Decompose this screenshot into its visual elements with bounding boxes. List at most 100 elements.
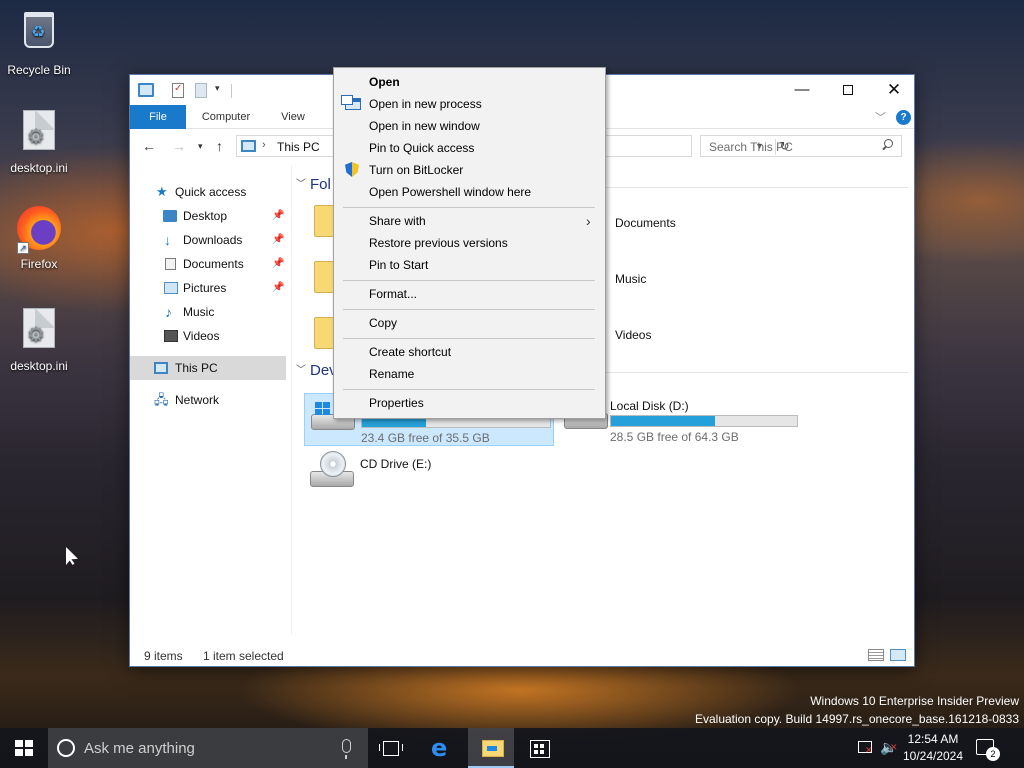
pictures-icon: [164, 282, 178, 294]
nav-label: Downloads: [183, 233, 243, 247]
nav-item-documents[interactable]: Documents 📌: [130, 252, 288, 276]
menu-item-share-with[interactable]: Share with ›: [336, 210, 603, 232]
menu-separator: [343, 280, 595, 281]
desktop-icon-desktop-ini-2[interactable]: desktop.ini: [1, 304, 77, 373]
menu-item-open-new-window[interactable]: Open in new window: [336, 115, 603, 137]
desktop-icon-label: Recycle Bin: [7, 63, 71, 77]
desktop-icon: [163, 210, 177, 222]
this-pc-icon: [241, 140, 256, 152]
folder-label-music[interactable]: Music: [615, 272, 646, 286]
this-pc-icon: [138, 83, 154, 97]
group-header-devices[interactable]: ﹀ Dev: [296, 361, 337, 379]
tab-computer[interactable]: Computer: [196, 105, 256, 129]
desktop-icon-desktop-ini-1[interactable]: desktop.ini: [1, 106, 77, 175]
menu-item-label: Turn on BitLocker: [369, 163, 464, 177]
nav-item-music[interactable]: ♪ Music: [130, 300, 288, 324]
store-icon[interactable]: [516, 728, 562, 768]
menu-item-label: Open: [369, 75, 400, 89]
file-explorer-taskbar-icon[interactable]: [468, 728, 514, 768]
desktop-icon-recycle-bin[interactable]: Recycle Bin: [1, 6, 77, 77]
search-icon: [881, 139, 893, 151]
breadcrumb-chevron-icon[interactable]: ›: [262, 139, 266, 151]
close-button[interactable]: ✕: [871, 75, 917, 105]
nav-item-downloads[interactable]: ↓ Downloads 📌: [130, 228, 288, 252]
volume-muted-icon[interactable]: 🔈: [880, 739, 898, 756]
menu-item-powershell[interactable]: Open Powershell window here: [336, 181, 603, 203]
nav-item-network[interactable]: 🖧 Network: [130, 388, 288, 412]
menu-item-create-shortcut[interactable]: Create shortcut: [336, 341, 603, 363]
clock-time: 12:54 AM: [907, 732, 959, 746]
nav-item-desktop[interactable]: Desktop 📌: [130, 204, 288, 228]
search-placeholder: Ask me anything: [84, 740, 195, 757]
menu-item-restore-versions[interactable]: Restore previous versions: [336, 232, 603, 254]
menu-item-open-new-process[interactable]: Open in new process: [336, 93, 603, 115]
menu-item-format[interactable]: Format...: [336, 283, 603, 305]
microphone-icon[interactable]: [342, 739, 351, 759]
menu-item-label: Open Powershell window here: [369, 185, 532, 199]
edge-browser-icon[interactable]: e: [420, 728, 466, 768]
drive-usage-bar: [610, 415, 798, 427]
properties-quick-icon[interactable]: [172, 83, 184, 98]
back-arrow-icon[interactable]: ←: [142, 138, 156, 154]
menu-item-bitlocker[interactable]: Turn on BitLocker: [336, 159, 603, 181]
nav-quick-access[interactable]: ★ Quick access: [130, 180, 288, 204]
shield-icon: [345, 162, 359, 177]
menu-separator: [343, 389, 595, 390]
drive-e-tile[interactable]: CD Drive (E:): [304, 451, 554, 499]
network-disconnected-icon[interactable]: [858, 741, 873, 756]
menu-item-label: Open in new window: [369, 119, 480, 133]
menu-item-label: Share with: [369, 214, 426, 228]
maximize-button[interactable]: [825, 75, 871, 105]
customize-toolbar-dropdown-icon[interactable]: ▾: [215, 83, 220, 94]
nav-label: Desktop: [183, 209, 228, 223]
pin-icon: 📌: [272, 258, 285, 269]
menu-item-label: Rename: [369, 367, 415, 381]
firefox-icon: ↗: [15, 206, 63, 254]
breadcrumb[interactable]: This PC: [277, 140, 320, 154]
group-divider: [602, 372, 908, 373]
task-view-icon[interactable]: [368, 728, 414, 768]
help-icon[interactable]: ?: [896, 110, 911, 125]
tab-file[interactable]: File: [130, 105, 186, 129]
build-watermark-line2: Evaluation copy. Build 14997.rs_onecore_…: [694, 712, 1019, 726]
nav-label: Quick access: [175, 185, 247, 199]
start-button[interactable]: [0, 728, 48, 768]
folder-label-videos[interactable]: Videos: [615, 328, 651, 342]
menu-item-properties[interactable]: Properties: [336, 392, 603, 414]
action-center-icon[interactable]: 2: [976, 739, 1000, 761]
folder-label-documents[interactable]: Documents: [615, 216, 676, 230]
desktop-icon-label: desktop.ini: [10, 359, 68, 373]
forward-arrow-icon[interactable]: →: [172, 138, 186, 154]
nav-item-videos[interactable]: Videos: [130, 324, 288, 348]
minimize-button[interactable]: —: [779, 75, 825, 105]
group-divider: [602, 187, 908, 188]
menu-item-pin-start[interactable]: Pin to Start: [336, 254, 603, 276]
group-header-folders[interactable]: ﹀ Fol: [296, 175, 331, 193]
taskbar: Ask me anything e 🔈 12:54 AM 10/24/2024 …: [0, 728, 1024, 768]
menu-item-open[interactable]: Open: [336, 71, 603, 93]
nav-label: Network: [175, 393, 220, 407]
menu-item-label: Create shortcut: [369, 345, 452, 359]
menu-item-copy[interactable]: Copy: [336, 312, 603, 334]
maximize-icon: [843, 85, 853, 96]
nav-label: Documents: [183, 257, 244, 271]
system-clock[interactable]: 12:54 AM 10/24/2024: [898, 731, 968, 765]
nav-item-this-pc[interactable]: This PC: [130, 356, 286, 380]
nav-item-pictures[interactable]: Pictures 📌: [130, 276, 288, 300]
notification-count-badge: 2: [986, 747, 1000, 761]
menu-item-pin-quick-access[interactable]: Pin to Quick access: [336, 137, 603, 159]
new-folder-quick-icon[interactable]: [195, 83, 207, 98]
expand-ribbon-icon[interactable]: ﹀: [875, 109, 886, 125]
recent-locations-icon[interactable]: ▾: [198, 141, 203, 152]
search-input[interactable]: Search This PC: [700, 135, 902, 157]
desktop-icon-firefox[interactable]: ↗ Firefox: [1, 204, 77, 271]
large-icons-view-icon[interactable]: [890, 649, 906, 661]
menu-item-rename[interactable]: Rename: [336, 363, 603, 385]
menu-item-label: Copy: [369, 316, 398, 330]
menu-separator: [343, 309, 595, 310]
cortana-search-box[interactable]: Ask me anything: [48, 728, 368, 768]
status-bar: 9 items 1 item selected: [130, 645, 914, 667]
up-arrow-icon[interactable]: ↑: [216, 138, 223, 154]
tab-view[interactable]: View: [272, 105, 314, 129]
details-view-icon[interactable]: [868, 649, 884, 661]
